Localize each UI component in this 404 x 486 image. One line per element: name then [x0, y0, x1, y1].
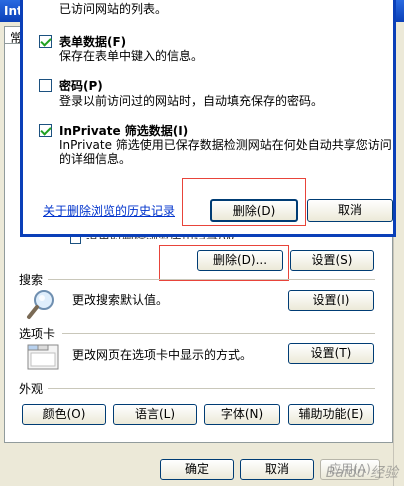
inprivate-filtering-checkbox[interactable]: [39, 124, 52, 137]
tabs-description: 更改网页在选项卡中显示的方式。: [72, 348, 253, 362]
passwords-description: 登录以前访问过的网站时，自动填充保存的密码。: [59, 94, 324, 108]
history-settings-button[interactable]: 设置(S): [290, 250, 374, 271]
tabs-section-label: 选项卡: [19, 327, 56, 341]
search-settings-button[interactable]: 设置(I): [288, 290, 374, 311]
magnifier-icon: [26, 287, 60, 321]
history-option-description: 已访问网站的列表。: [59, 2, 168, 16]
delete-browsing-history-dialog: 已访问网站的列表。 表单数据(F) 保存在表单中键入的信息。 密码(P) 登录以…: [20, 0, 396, 237]
ok-button[interactable]: 确定: [160, 459, 234, 480]
fonts-button[interactable]: 字体(N): [204, 404, 280, 425]
cancel-button[interactable]: 取消: [240, 459, 314, 480]
accessibility-button[interactable]: 辅助功能(E): [288, 404, 374, 425]
dialog-cancel-button[interactable]: 取消: [307, 199, 393, 222]
tabs-settings-button[interactable]: 设置(T): [288, 343, 374, 364]
inprivate-filtering-description-line1: InPrivate 筛选使用已保存数据检测网站在何处自动共享您访问: [59, 138, 392, 152]
watermark: Baidu 经验: [325, 465, 398, 481]
form-data-description: 保存在表单中键入的信息。: [59, 49, 204, 63]
form-data-checkbox[interactable]: [39, 35, 52, 48]
about-deleting-history-link[interactable]: 关于删除浏览的历史记录: [43, 202, 175, 219]
inprivate-filtering-description-line2: 的详细信息。: [59, 152, 132, 166]
highlight-box-dialog-delete: [182, 178, 306, 226]
colors-button[interactable]: 颜色(O): [22, 404, 106, 425]
search-section-label: 搜索: [19, 273, 44, 287]
search-section-divider: [48, 279, 375, 280]
passwords-title: 密码(P): [59, 79, 103, 93]
appearance-section-label: 外观: [19, 382, 44, 396]
languages-button[interactable]: 语言(L): [113, 404, 197, 425]
inprivate-filtering-title: InPrivate 筛选数据(I): [59, 124, 189, 138]
passwords-checkbox[interactable]: [39, 79, 52, 92]
form-data-title: 表单数据(F): [59, 35, 127, 49]
tabs-section-divider: [62, 333, 375, 334]
highlight-box-history-delete: [159, 245, 289, 281]
appearance-section-divider: [48, 388, 375, 389]
tabs-window-icon: [27, 342, 59, 370]
search-description: 更改搜索默认值。: [72, 293, 169, 307]
